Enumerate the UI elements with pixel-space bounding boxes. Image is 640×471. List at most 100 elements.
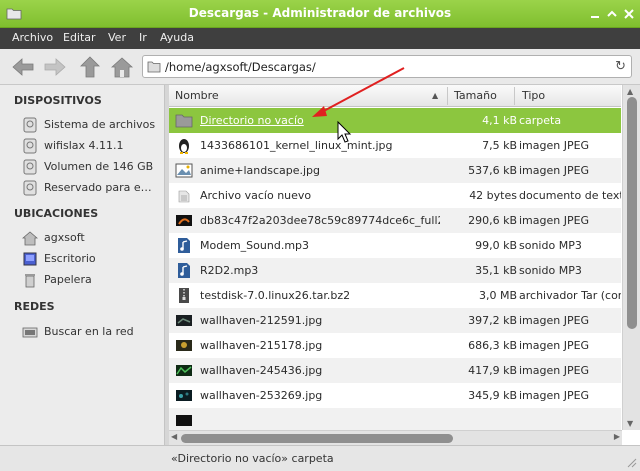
file-type: imagen JPEG bbox=[519, 139, 590, 152]
file-type: carpeta bbox=[519, 114, 562, 127]
minimize-icon bbox=[591, 16, 599, 18]
text-file-icon bbox=[178, 190, 190, 203]
file-name[interactable]: wallhaven-245436.jpg bbox=[200, 364, 440, 377]
file-name[interactable]: anime+landscape.jpg bbox=[200, 164, 440, 177]
sidebar-item-volume[interactable]: Volumen de 146 GB bbox=[22, 158, 162, 176]
location-path[interactable]: /home/agxsoft/Descargas/ bbox=[165, 60, 316, 74]
trash-icon bbox=[25, 274, 35, 288]
file-type: imagen JPEG bbox=[519, 339, 590, 352]
column-type[interactable]: Tipo bbox=[522, 89, 545, 102]
vertical-scroll-thumb[interactable] bbox=[627, 97, 637, 329]
sort-descending-icon[interactable]: ▲ bbox=[432, 91, 438, 100]
up-arrow-icon[interactable] bbox=[77, 54, 103, 80]
file-row[interactable]: Modem_Sound.mp3 99,0 kB sonido MP3 bbox=[169, 233, 621, 258]
file-row[interactable]: wallhaven-245436.jpg 417,9 kB imagen JPE… bbox=[169, 358, 621, 383]
file-type: documento de texto bbox=[519, 189, 621, 202]
file-row[interactable]: testdisk-7.0.linux26.tar.bz2 3,0 MB arch… bbox=[169, 283, 621, 308]
file-type: imagen JPEG bbox=[519, 314, 590, 327]
menu-ir[interactable]: Ir bbox=[139, 31, 147, 44]
file-size: 4,1 kB bbox=[482, 114, 517, 127]
sidebar-item-home[interactable]: agxsoft bbox=[22, 229, 162, 247]
sidebar-item-label: Buscar en la red bbox=[44, 325, 134, 338]
scroll-down-icon[interactable]: ▼ bbox=[627, 419, 633, 428]
file-name[interactable]: 1433686101_kernel_linux_mint.jpg bbox=[200, 139, 440, 152]
sidebar-item-label: wifislax 4.11.1 bbox=[44, 139, 124, 152]
network-icon bbox=[22, 327, 38, 338]
folder-icon bbox=[175, 114, 193, 128]
home-icon[interactable] bbox=[109, 54, 135, 80]
file-name[interactable]: db83c47f2a203dee78c59c89774dce6c_full2.j… bbox=[200, 214, 440, 227]
file-name[interactable]: Modem_Sound.mp3 bbox=[200, 239, 440, 252]
back-arrow-icon[interactable] bbox=[10, 54, 36, 80]
column-size[interactable]: Tamaño bbox=[454, 89, 497, 102]
file-name[interactable]: wallhaven-215178.jpg bbox=[200, 339, 440, 352]
file-row[interactable]: wallhaven-215178.jpg 686,3 kB imagen JPE… bbox=[169, 333, 621, 358]
file-size: 99,0 kB bbox=[475, 239, 517, 252]
file-row[interactable]: Archivo vacío nuevo 42 bytes documento d… bbox=[169, 183, 621, 208]
sidebar-item-label: Reservado para el sistema bbox=[44, 181, 152, 194]
file-name[interactable]: Archivo vacío nuevo bbox=[200, 189, 440, 202]
minimize-button[interactable] bbox=[588, 7, 602, 21]
status-bar: «Directorio no vacío» carpeta bbox=[0, 445, 640, 471]
penguin-icon bbox=[179, 139, 189, 154]
sidebar-item-desktop[interactable]: Escritorio bbox=[22, 250, 162, 268]
image-icon bbox=[175, 163, 193, 178]
sidebar-item-label: Escritorio bbox=[44, 252, 96, 265]
reload-icon[interactable]: ↻ bbox=[615, 59, 626, 74]
column-name[interactable]: Nombre bbox=[175, 89, 219, 102]
column-header: Nombre ▲ Tamaño Tipo bbox=[169, 85, 621, 107]
file-row[interactable]: db83c47f2a203dee78c59c89774dce6c_full2.j… bbox=[169, 208, 621, 233]
file-name[interactable]: R2D2.mp3 bbox=[200, 264, 440, 277]
column-separator[interactable] bbox=[514, 87, 515, 105]
sidebar-item-label: Papelera bbox=[44, 273, 92, 286]
file-row[interactable]: wallhaven-212591.jpg 397,2 kB imagen JPE… bbox=[169, 308, 621, 333]
resize-grip-icon[interactable] bbox=[625, 456, 637, 468]
sidebar-item-network[interactable]: Buscar en la red bbox=[22, 323, 162, 341]
menu-editar[interactable]: Editar bbox=[63, 31, 96, 44]
maximize-button[interactable] bbox=[605, 7, 619, 21]
file-name[interactable]: wallhaven-253269.jpg bbox=[200, 389, 440, 402]
archive-icon bbox=[179, 288, 189, 303]
close-icon bbox=[624, 9, 634, 19]
menu-ayuda[interactable]: Ayuda bbox=[160, 31, 194, 44]
sidebar-heading-network: REDES bbox=[14, 300, 55, 313]
menu-ver[interactable]: Ver bbox=[108, 31, 126, 44]
horizontal-scrollbar[interactable]: ◀ ▶ bbox=[169, 430, 622, 445]
file-type: imagen JPEG bbox=[519, 364, 590, 377]
file-row[interactable]: wallhaven-253269.jpg 345,9 kB imagen JPE… bbox=[169, 383, 621, 408]
sidebar-item-trash[interactable]: Papelera bbox=[22, 271, 162, 289]
column-separator[interactable] bbox=[447, 87, 448, 105]
location-bar[interactable]: /home/agxsoft/Descargas/ ↻ bbox=[142, 55, 632, 78]
sidebar-item-filesystem[interactable]: Sistema de archivos bbox=[22, 116, 162, 134]
forward-arrow-icon[interactable] bbox=[42, 54, 68, 80]
sidebar-heading-places: UBICACIONES bbox=[14, 207, 99, 220]
scroll-left-icon[interactable]: ◀ bbox=[171, 432, 177, 441]
file-row[interactable]: 1433686101_kernel_linux_mint.jpg 7,5 kB … bbox=[169, 133, 621, 158]
scroll-up-icon[interactable]: ▲ bbox=[627, 87, 633, 96]
file-row[interactable]: Directorio no vacío 4,1 kB carpeta bbox=[169, 108, 621, 133]
vertical-scrollbar[interactable]: ▲ ▼ bbox=[622, 85, 640, 430]
file-type: imagen JPEG bbox=[519, 214, 590, 227]
window-title: Descargas - Administrador de archivos bbox=[188, 6, 452, 20]
close-button[interactable] bbox=[622, 7, 636, 21]
status-text: «Directorio no vacío» carpeta bbox=[171, 452, 334, 465]
file-size: 537,6 kB bbox=[468, 164, 517, 177]
file-row[interactable]: anime+landscape.jpg 537,6 kB imagen JPEG bbox=[169, 158, 621, 183]
file-row[interactable]: R2D2.mp3 35,1 kB sonido MP3 bbox=[169, 258, 621, 283]
file-size: 7,5 kB bbox=[482, 139, 517, 152]
horizontal-scroll-thumb[interactable] bbox=[181, 434, 453, 443]
file-name[interactable]: Directorio no vacío bbox=[200, 114, 440, 127]
desktop-icon bbox=[23, 252, 37, 266]
file-name[interactable]: wallhaven-212591.jpg bbox=[200, 314, 440, 327]
file-name[interactable]: testdisk-7.0.linux26.tar.bz2 bbox=[200, 289, 440, 302]
menu-archivo[interactable]: Archivo bbox=[12, 31, 53, 44]
file-type: sonido MP3 bbox=[519, 239, 582, 252]
audio-icon bbox=[178, 238, 190, 253]
sidebar-item-reserved[interactable]: Reservado para el sistema bbox=[22, 179, 162, 197]
sidebar-item-wifislax[interactable]: wifislax 4.11.1 bbox=[22, 137, 162, 155]
image-icon bbox=[176, 415, 192, 426]
image-icon bbox=[176, 340, 192, 351]
file-row[interactable] bbox=[169, 408, 621, 430]
drive-icon bbox=[23, 159, 37, 175]
scroll-right-icon[interactable]: ▶ bbox=[614, 432, 620, 441]
